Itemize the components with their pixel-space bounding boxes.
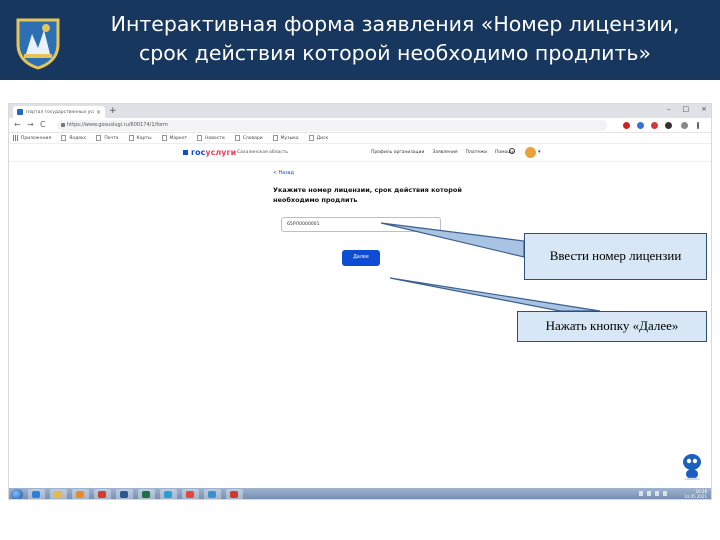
slide-header: Интерактивная форма заявления «Номер лиц… xyxy=(0,0,720,80)
browser-tab-bar: Портал государственных услуг × + – □ × xyxy=(9,104,711,118)
extension-icon[interactable] xyxy=(637,122,644,129)
avatar[interactable] xyxy=(525,147,536,158)
taskbar-app-skype[interactable] xyxy=(160,489,177,499)
top-nav: Профиль организации Заявления Платежи По… xyxy=(371,150,514,155)
pdf-icon xyxy=(230,491,238,498)
browser-tab[interactable]: Портал государственных услуг × xyxy=(13,106,105,118)
address-bar: ← → C https://www.gosuslugi.ru/600174/1/… xyxy=(9,118,711,133)
bookmark-news[interactable]: Новости xyxy=(197,135,225,141)
page-icon xyxy=(96,135,102,141)
nav-profile[interactable]: Профиль организации xyxy=(371,150,424,155)
site-header: госуслуги Сахалинская область Профиль ор… xyxy=(9,144,711,162)
bookmark-disk[interactable]: Диск xyxy=(308,135,328,141)
clock[interactable]: 16:28 14.05.2021 xyxy=(684,489,707,499)
bookmark-maps[interactable]: Карты xyxy=(128,135,152,141)
next-button[interactable]: Далее xyxy=(342,250,380,266)
media-icon xyxy=(76,491,84,498)
callout-enter-license: Ввести номер лицензии xyxy=(524,233,707,280)
gosuslugi-logo[interactable]: госуслуги xyxy=(183,148,236,157)
form-heading: Укажите номер лицензии, срок действия ко… xyxy=(273,186,462,204)
chevron-down-icon[interactable]: ▾ xyxy=(538,149,541,155)
reload-icon[interactable]: C xyxy=(40,120,46,129)
back-link[interactable]: < Назад xyxy=(273,171,294,176)
taskbar-app-media[interactable] xyxy=(72,489,89,499)
bookmark-mail[interactable]: Почта xyxy=(96,135,119,141)
minimize-button[interactable]: – xyxy=(667,105,671,113)
bookmark-apps[interactable]: Приложения xyxy=(13,135,51,141)
page-icon xyxy=(308,135,314,141)
tray-icon[interactable] xyxy=(639,491,643,496)
callout-press-next: Нажать кнопку «Далее» xyxy=(517,311,707,342)
excel-icon xyxy=(142,491,150,498)
page-icon xyxy=(272,135,278,141)
slide-title-line1: Интерактивная форма заявления «Номер лиц… xyxy=(110,12,680,36)
bookmark-music[interactable]: Музыка xyxy=(272,135,299,141)
maximize-button[interactable]: □ xyxy=(683,105,690,113)
extension-icon[interactable] xyxy=(665,122,672,129)
bookmark-dictionaries[interactable]: Словари xyxy=(234,135,263,141)
start-button[interactable] xyxy=(11,489,23,499)
logo-mark-icon xyxy=(183,150,188,155)
nav-applications[interactable]: Заявления xyxy=(432,150,457,155)
ie-icon xyxy=(32,491,40,498)
network-icon xyxy=(208,491,216,498)
taskbar-app-chrome[interactable] xyxy=(182,489,199,499)
slide-title: Интерактивная форма заявления «Номер лиц… xyxy=(80,10,710,68)
extension-icon[interactable] xyxy=(651,122,658,129)
tab-title: Портал государственных услуг xyxy=(26,109,94,115)
back-arrow-icon[interactable]: ← xyxy=(14,120,21,129)
page-icon xyxy=(197,135,203,141)
page-icon xyxy=(61,135,67,141)
close-window-button[interactable]: × xyxy=(701,105,707,113)
region-selector[interactable]: Сахалинская область xyxy=(237,150,288,155)
slide-title-line2: срок действия которой необходимо продлит… xyxy=(138,41,652,65)
taskbar-app-pdf[interactable] xyxy=(226,489,243,499)
folder-icon xyxy=(54,491,62,498)
lock-icon xyxy=(61,123,65,127)
taskbar-app-explorer[interactable] xyxy=(50,489,67,499)
taskbar-app-yandex[interactable] xyxy=(94,489,111,499)
windows-taskbar: 16:28 14.05.2021 xyxy=(9,488,711,499)
bookmark-yandex[interactable]: Яндекс xyxy=(61,135,86,141)
url-input[interactable]: https://www.gosuslugi.ru/600174/1/form xyxy=(57,120,607,131)
bookmark-market[interactable]: Маркет xyxy=(161,135,187,141)
menu-kebab-icon[interactable] xyxy=(697,122,699,129)
tray-icon[interactable] xyxy=(663,491,667,496)
taskbar-app-ie[interactable] xyxy=(28,489,45,499)
profile-icon[interactable] xyxy=(681,122,688,129)
page-icon xyxy=(161,135,167,141)
window-controls: – □ × xyxy=(667,105,707,113)
bookmarks-bar: Приложения Яндекс Почта Карты Маркет Нов… xyxy=(9,133,711,144)
tray-icon[interactable] xyxy=(647,491,651,496)
skype-icon xyxy=(164,491,172,498)
forward-arrow-icon[interactable]: → xyxy=(27,120,34,129)
browser-screenshot: Портал государственных услуг × + – □ × ←… xyxy=(8,103,712,500)
tray-icon[interactable] xyxy=(655,491,659,496)
coat-of-arms-icon xyxy=(16,18,60,70)
tab-close-icon[interactable]: × xyxy=(96,109,101,116)
taskbar-app-excel[interactable] xyxy=(138,489,155,499)
clock-date: 14.05.2021 xyxy=(684,494,707,499)
gosuslugi-favicon-icon xyxy=(17,109,23,115)
license-number-input[interactable]: 65РЛ0000001 xyxy=(281,217,441,232)
extension-icon[interactable] xyxy=(623,122,630,129)
yandex-icon xyxy=(98,491,106,498)
chrome-icon xyxy=(186,491,194,498)
new-tab-button[interactable]: + xyxy=(109,105,117,117)
apps-grid-icon xyxy=(13,135,18,141)
nav-payments[interactable]: Платежи xyxy=(466,150,487,155)
search-icon[interactable] xyxy=(509,148,515,154)
taskbar-app-word[interactable] xyxy=(116,489,133,499)
chat-assistant-icon[interactable] xyxy=(681,452,703,480)
word-icon xyxy=(120,491,128,498)
page-icon xyxy=(128,135,134,141)
page-icon xyxy=(234,135,240,141)
system-tray-icons xyxy=(639,491,667,496)
taskbar-app-network[interactable] xyxy=(204,489,221,499)
